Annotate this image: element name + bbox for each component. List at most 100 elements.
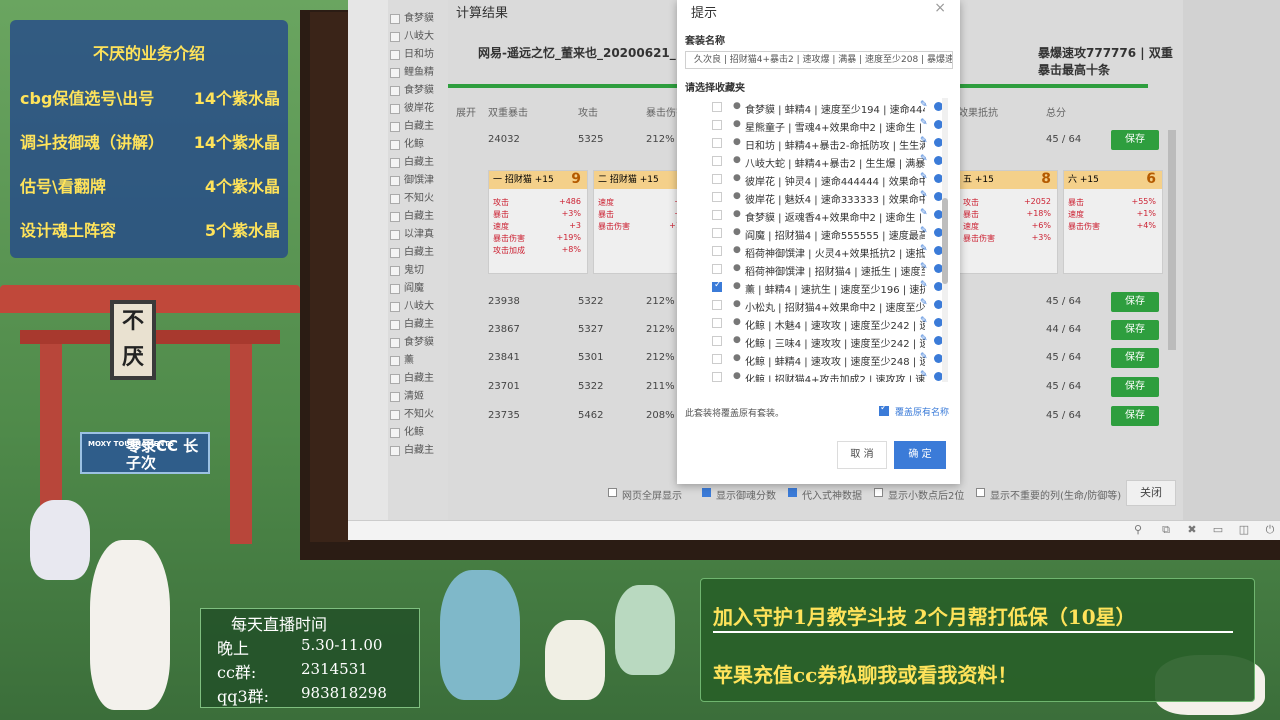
folder-checkbox[interactable] (712, 120, 722, 130)
shikigami-checkbox[interactable] (390, 356, 400, 366)
shikigami-list-item[interactable]: 鬼切 (388, 262, 448, 280)
folder-checkbox[interactable] (712, 138, 722, 148)
folder-checkbox[interactable] (712, 210, 722, 220)
header-cell[interactable]: 总分 (1046, 104, 1066, 119)
folder-checkbox[interactable] (712, 102, 722, 112)
edit-icon[interactable]: ✎ (920, 334, 928, 344)
shikigami-checkbox[interactable] (390, 14, 400, 24)
header-cell[interactable]: 攻击 (578, 104, 598, 119)
shikigami-checkbox[interactable] (390, 428, 400, 438)
shikigami-checkbox[interactable] (390, 158, 400, 168)
shikigami-checkbox[interactable] (390, 320, 400, 330)
folder-checkbox[interactable] (712, 280, 722, 292)
shikigami-list-item[interactable]: 清姬 (388, 388, 448, 406)
folder-icon[interactable]: ▭ (1212, 524, 1224, 536)
edit-icon[interactable]: ✎ (920, 370, 928, 380)
scrollbar[interactable] (1168, 130, 1176, 350)
edit-icon[interactable]: ✎ (920, 154, 928, 164)
save-button[interactable]: 保存 (1111, 406, 1159, 426)
shikigami-data-checkbox[interactable] (788, 488, 797, 497)
shikigami-list-item[interactable]: 白藏主 (388, 442, 448, 460)
folder-item[interactable]: ● 化鲸 | 招财猫4+攻击加成2 | 速攻攻 | 速 ✎ (685, 368, 945, 382)
power-icon[interactable]: ⏻ (1264, 524, 1276, 536)
folder-item[interactable]: ● 八岐大蛇 | 蚌精4+暴击2 | 生生爆 | 满暴 ✎ (685, 152, 945, 170)
folder-checkbox[interactable] (712, 372, 722, 382)
shikigami-list-item[interactable]: 日和坊 (388, 46, 448, 64)
shikigami-list-item[interactable]: 白藏主 (388, 370, 448, 388)
shikigami-checkbox[interactable] (390, 140, 400, 150)
header-cell[interactable]: 效果抵抗 (958, 104, 998, 119)
shikigami-list-item[interactable]: 白藏主 (388, 118, 448, 136)
edit-icon[interactable]: ✎ (920, 136, 928, 146)
cancel-button[interactable]: 取 消 (837, 441, 887, 469)
folder-checkbox[interactable] (712, 228, 722, 238)
save-button[interactable]: 保存 (1111, 130, 1159, 150)
edit-icon[interactable]: ✎ (920, 172, 928, 182)
edit-icon[interactable]: ✎ (920, 100, 928, 110)
edit-icon[interactable]: ✎ (920, 298, 928, 308)
edit-icon[interactable]: ✎ (920, 208, 928, 218)
save-button[interactable]: 保存 (1111, 320, 1159, 340)
folder-item[interactable]: ● 食梦貘 | 蚌精4 | 速度至少194 | 速命444 ✎ (685, 98, 945, 116)
shikigami-list-item[interactable]: 白藏主 (388, 316, 448, 334)
header-cell[interactable]: 展开 (456, 104, 476, 119)
edit-icon[interactable]: ✎ (920, 190, 928, 200)
folder-list-scrollbar[interactable] (942, 98, 948, 382)
trash-icon[interactable]: ✖ (1186, 524, 1198, 536)
folder-item[interactable]: ● 彼岸花 | 魅妖4 | 速命333333 | 效果命中 ✎ (685, 188, 945, 206)
folder-checkbox[interactable] (712, 156, 722, 166)
shikigami-list-item[interactable]: 阎魔 (388, 280, 448, 298)
window-icon[interactable]: ◫ (1238, 524, 1250, 536)
shikigami-list-item[interactable]: 食梦貘 (388, 334, 448, 352)
shikigami-checkbox[interactable] (390, 374, 400, 384)
edit-icon[interactable]: ✎ (920, 352, 928, 362)
folder-item[interactable]: ● 星熊童子 | 雪魂4+效果命中2 | 速命生 | 满 ✎ (685, 116, 945, 134)
shikigami-list-item[interactable]: 白藏主 (388, 154, 448, 172)
folder-checkbox[interactable] (712, 336, 722, 346)
folder-item[interactable]: ● 化鲸 | 三味4 | 速攻攻 | 速度至少242 | 速 ✎ (685, 332, 945, 350)
folder-item[interactable]: ● 稻荷神御馔津 | 火灵4+效果抵抗2 | 速抵 ✎ (685, 242, 945, 260)
shikigami-checkbox[interactable] (390, 338, 400, 348)
folder-item[interactable]: ● 彼岸花 | 钟灵4 | 速命444444 | 效果命中 ✎ (685, 170, 945, 188)
folder-item[interactable]: ● 食梦貘 | 返魂香4+效果命中2 | 速命生 | 满 ✎ (685, 206, 945, 224)
shikigami-list-item[interactable]: 御馔津 (388, 172, 448, 190)
folder-checkbox[interactable] (712, 264, 722, 274)
shikigami-checkbox[interactable] (390, 122, 400, 132)
edit-icon[interactable]: ✎ (920, 226, 928, 236)
header-cell[interactable]: 双重暴击 (488, 104, 528, 119)
shikigami-checkbox[interactable] (390, 248, 400, 258)
shikigami-list-item[interactable]: 不知火 (388, 406, 448, 424)
save-button[interactable]: 保存 (1111, 292, 1159, 312)
edit-icon[interactable]: ✎ (920, 118, 928, 128)
shikigami-checkbox[interactable] (390, 212, 400, 222)
show-score-checkbox[interactable] (702, 488, 711, 497)
decimal-checkbox[interactable] (874, 488, 883, 497)
confirm-button[interactable]: 确 定 (894, 441, 946, 469)
shikigami-checkbox[interactable] (390, 104, 400, 114)
copy-icon[interactable]: ⧉ (1160, 524, 1172, 536)
folder-checkbox[interactable] (712, 354, 722, 364)
shikigami-checkbox[interactable] (390, 230, 400, 240)
shikigami-checkbox[interactable] (390, 302, 400, 312)
scroll-thumb[interactable] (942, 198, 948, 284)
shikigami-list-item[interactable]: 食梦貘 (388, 10, 448, 28)
folder-item[interactable]: ● 稻荷神御馔津 | 招财猫4 | 速抵生 | 速度至 ✎ (685, 260, 945, 278)
close-button[interactable]: 关闭 (1126, 480, 1176, 506)
edit-icon[interactable]: ✎ (920, 280, 928, 290)
folder-item[interactable]: ● 化鲸 | 蚌精4 | 速攻攻 | 速度至少248 | 速 ✎ (685, 350, 945, 368)
shikigami-list-item[interactable]: 八岐大 (388, 298, 448, 316)
folder-checkbox[interactable] (712, 246, 722, 256)
folder-checkbox[interactable] (712, 192, 722, 202)
shikigami-list-item[interactable]: 以津真 (388, 226, 448, 244)
shikigami-list-item[interactable]: 不知火 (388, 190, 448, 208)
folder-item[interactable]: ● 化鲸 | 木魅4 | 速攻攻 | 速度至少242 | 速 ✎ (685, 314, 945, 332)
pin-icon[interactable]: ⚲ (1132, 524, 1144, 536)
folder-item[interactable]: ● 日和坊 | 蚌精4+暴击2-命抵防攻 | 生生满 ✎ (685, 134, 945, 152)
shikigami-list-item[interactable]: 白藏主 (388, 244, 448, 262)
shikigami-list-item[interactable]: 白藏主 (388, 208, 448, 226)
shikigami-list-item[interactable]: 鲤鱼精 (388, 64, 448, 82)
edit-icon[interactable]: ✎ (920, 262, 928, 272)
shikigami-checkbox[interactable] (390, 68, 400, 78)
shikigami-list-item[interactable]: 彼岸花 (388, 100, 448, 118)
shikigami-checkbox[interactable] (390, 266, 400, 276)
